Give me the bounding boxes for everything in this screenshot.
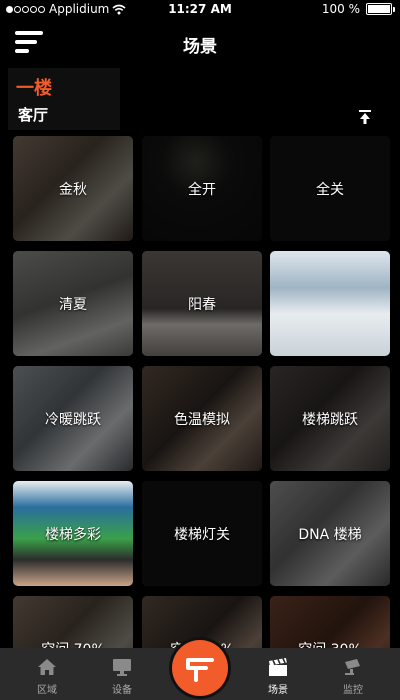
home-action-button[interactable] [172,640,228,696]
scene-tile[interactable]: 空间 70% [13,596,133,648]
scene-label: 楼梯灯关 [174,526,230,543]
battery-percent: 100 % [321,2,360,16]
floor-name: 一楼 [16,78,52,99]
scene-tile[interactable]: 楼梯多彩 [13,481,133,586]
tab-devices[interactable]: 设备 [90,648,154,700]
scene-tile[interactable] [270,251,390,356]
scene-tile[interactable]: DNA 楼梯 [270,481,390,586]
scene-tile[interactable]: 金秋 [13,136,133,241]
scene-label [270,251,390,356]
scene-tile[interactable]: 色温模拟 [142,366,262,471]
scene-label: 楼梯跳跃 [302,411,358,428]
tab-area-label: 区域 [37,685,57,696]
tab-monitor-label: 监控 [343,685,363,696]
scene-label: 金秋 [59,181,87,198]
monitor-icon [113,659,131,676]
room-name: 客厅 [18,106,49,124]
scene-label: DNA 楼梯 [298,526,362,543]
battery-icon [366,3,395,15]
tab-monitor[interactable]: 监控 [321,648,385,700]
tab-area[interactable]: 区域 [15,648,79,700]
page-title: 场景 [183,37,217,57]
scene-label: 空间 30% [270,596,390,649]
scene-tile[interactable]: 清夏 [13,251,133,356]
tab-scenes[interactable]: 场景 [246,648,310,700]
status-bar: Applidium 11:27 AM 100 % [0,0,400,20]
scene-tile[interactable]: 楼梯跳跃 [270,366,390,471]
scene-label: 全开 [188,181,216,198]
scene-label: 全关 [316,181,344,198]
scene-label: 空间 70% [13,596,133,649]
floor-selector[interactable]: 一楼 客厅 [8,68,120,130]
scene-label: 阳春 [188,296,216,313]
scene-label: 清夏 [59,296,87,313]
scene-label: 楼梯多彩 [45,526,101,543]
tab-devices-label: 设备 [112,685,132,696]
clapper-icon [269,658,287,676]
tab-scenes-label: 场景 [268,685,288,696]
scene-tile[interactable]: 全开 [142,136,262,241]
scene-tile[interactable]: 冷暖跳跃 [13,366,133,471]
battery-group: 100 % [321,2,395,16]
home-icon [38,659,56,675]
scene-label: 冷暖跳跃 [45,411,101,428]
scene-tile[interactable]: 空间 30% [270,596,390,648]
logo-icon [186,658,214,682]
scene-tile[interactable]: 楼梯灯关 [142,481,262,586]
scene-tile[interactable]: 阳春 [142,251,262,356]
scene-label: 色温模拟 [174,411,230,428]
nav-bar: 场景 [0,20,400,66]
scene-grid: 金秋 全开 全关清夏 阳春冷暖跳跃 色温模拟 楼梯跳跃楼梯多彩 楼梯灯关 DNA 楼梯空间 7… [13,136,391,648]
camera-icon [345,659,360,675]
scroll-top-icon[interactable] [356,108,374,126]
scene-tile[interactable]: 全关 [270,136,390,241]
